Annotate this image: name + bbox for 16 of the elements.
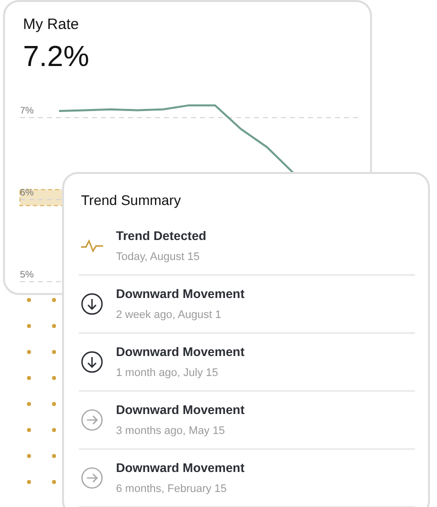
rate-value: 7.2% (23, 41, 90, 74)
item-title: Downward Movement (116, 460, 244, 474)
item-date: 3 months ago, May 15 (116, 424, 225, 436)
item-date: 6 months, February 15 (116, 482, 227, 494)
item-title: Downward Movement (116, 344, 244, 358)
axis-label: 6% (20, 188, 34, 199)
card-title: Trend Summary (81, 192, 181, 208)
item-title: Trend Detected (116, 228, 206, 242)
item-title: Downward Movement (116, 402, 244, 416)
axis-label: 7% (20, 106, 34, 117)
item-date: Today, August 15 (116, 250, 200, 262)
axis-label: 5% (20, 270, 34, 281)
item-date: 1 month ago, July 15 (116, 366, 218, 378)
item-date: 2 week ago, August 1 (116, 308, 222, 320)
item-title: Downward Movement (116, 286, 244, 300)
card-title: My Rate (23, 16, 79, 33)
